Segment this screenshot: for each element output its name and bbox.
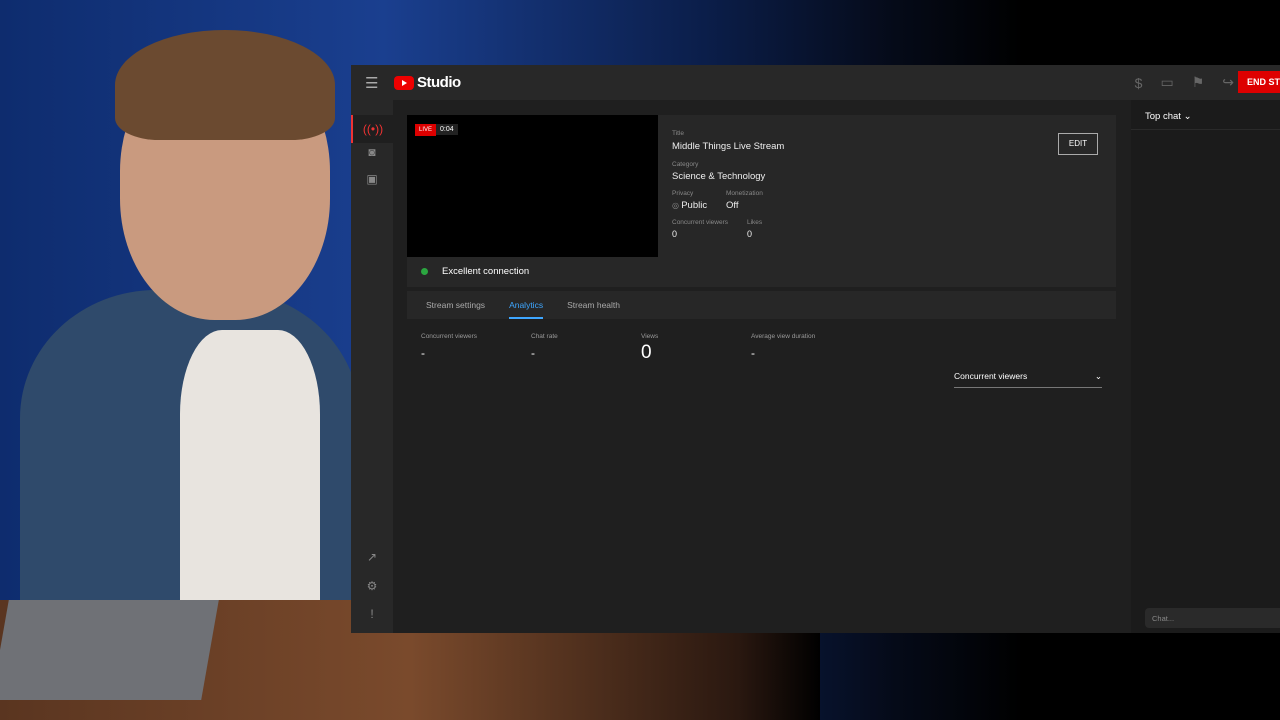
calendar-icon[interactable]: ▣ [351, 172, 393, 186]
tab-stream-settings[interactable]: Stream settings [426, 300, 485, 310]
metric-chat-rate: Chat rate - [531, 333, 558, 360]
metric-views: Views 0 [641, 333, 659, 363]
monetization-label: Monetization [726, 190, 763, 197]
chevron-down-icon: ⌄ [1183, 111, 1192, 122]
stream-preview[interactable]: LIVE 0:04 [407, 115, 658, 257]
likes-value: 0 [747, 229, 753, 239]
feedback-icon[interactable]: ! [351, 607, 393, 621]
webcam-icon[interactable]: ◙ [351, 145, 393, 159]
top-bar: ☰ Studio $ ▭ ⚑ ↪ END STREAM [351, 65, 1280, 100]
external-link-icon[interactable]: ↗ [351, 550, 393, 564]
person-hair [115, 30, 335, 140]
metric-concurrent-viewers: Concurrent viewers - [421, 333, 477, 360]
viewers-label: Concurrent viewers [672, 219, 728, 226]
chat-input[interactable]: Chat... [1145, 608, 1280, 628]
laptop [0, 600, 219, 700]
live-stream-icon[interactable]: ((•)) [351, 115, 393, 143]
likes-label: Likes [747, 219, 763, 226]
stream-info-card: LIVE 0:04 Title Middle Things Live Strea… [407, 115, 1116, 287]
settings-icon[interactable]: ⚙ [351, 579, 393, 593]
chevron-down-icon: ⌄ [1094, 371, 1102, 381]
stream-title: Middle Things Live Stream [672, 141, 785, 152]
live-badge: LIVE [415, 124, 437, 136]
chat-panel: Top chat ⌄ Chat... [1131, 100, 1280, 633]
category-value: Science & Technology [672, 171, 766, 182]
title-label: Title [672, 130, 685, 137]
clip-icon[interactable]: ▭ [1160, 74, 1173, 91]
edit-button[interactable]: EDIT [1058, 133, 1098, 155]
menu-icon[interactable]: ☰ [365, 74, 379, 92]
analytics-panel: Concurrent viewers - Chat rate - Views 0 Av… [407, 319, 1116, 619]
bookmark-icon[interactable]: ⚑ [1192, 74, 1205, 91]
category-label: Category [672, 161, 699, 168]
viewers-value: 0 [672, 229, 678, 239]
tab-analytics[interactable]: Analytics [509, 292, 544, 319]
tabs: Stream settings Analytics Stream health [407, 291, 1116, 319]
monetization-icon[interactable]: $ [1135, 75, 1143, 91]
privacy-value: Public [681, 200, 708, 211]
studio-logo[interactable]: Studio [394, 74, 461, 91]
status-dot-icon [421, 268, 428, 275]
chart-metric-dropdown[interactable]: Concurrent viewers ⌄ [954, 371, 1102, 388]
elapsed-time: 0:04 [436, 124, 458, 135]
privacy-label: Privacy [672, 190, 694, 197]
connection-status: Excellent connection [421, 266, 529, 277]
youtube-icon [394, 75, 414, 90]
monetization-value: Off [726, 200, 739, 211]
end-stream-button[interactable]: END STREAM [1238, 71, 1280, 93]
sidebar: ((•)) ◙ ▣ ↗ ⚙ ! [351, 100, 393, 633]
metric-avg-view-duration: Average view duration - [751, 333, 816, 360]
globe-icon: ◎ [672, 201, 682, 210]
person-shirt [180, 330, 320, 610]
youtube-studio-window: ☰ Studio $ ▭ ⚑ ↪ END STREAM ((•)) ◙ ▣ ↗ … [351, 65, 1280, 633]
top-chat-dropdown[interactable]: Top chat ⌄ [1131, 100, 1280, 130]
tab-stream-health[interactable]: Stream health [567, 300, 620, 310]
share-icon[interactable]: ↪ [1222, 74, 1234, 91]
